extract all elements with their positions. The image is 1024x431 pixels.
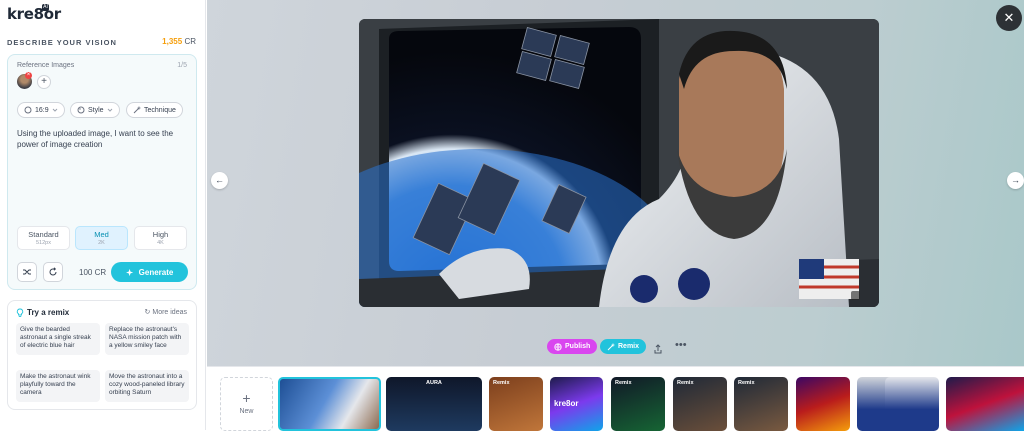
prompt-input[interactable]: Using the uploaded image, I want to see …: [17, 128, 189, 150]
remix-idea[interactable]: Make the astronaut wink playfully toward…: [16, 370, 100, 402]
style-label: Style: [88, 106, 104, 114]
history-thumb[interactable]: [278, 377, 381, 431]
prompt-panel: Reference Images 1/5 × + 16:9 Style Tech…: [7, 54, 197, 290]
generate-label: Generate: [138, 267, 174, 277]
plus-icon: +: [242, 390, 251, 406]
refresh-icon: [49, 267, 57, 276]
history-thumb[interactable]: kre8or: [550, 377, 603, 431]
history-thumb[interactable]: AURA: [386, 377, 482, 431]
history-thumb[interactable]: [946, 377, 1024, 431]
chevron-down-icon: [52, 108, 57, 112]
quality-high[interactable]: High 4K: [134, 226, 187, 250]
refresh-icon: ↻: [144, 309, 151, 316]
quality-name: Standard: [28, 230, 59, 239]
aspect-ratio-select[interactable]: 16:9: [17, 102, 65, 118]
remix-idea[interactable]: Move the astronaut into a cozy wood-pane…: [105, 370, 189, 402]
generation-cost: 100 CR: [79, 268, 107, 277]
sparkle-icon: [125, 268, 133, 276]
thumb-label: Remix: [738, 380, 755, 386]
thumb-label: Remix: [677, 380, 694, 386]
history-thumb[interactable]: Remix: [734, 377, 788, 431]
quality-name: Med: [94, 230, 109, 239]
style-select[interactable]: Style: [70, 102, 120, 118]
shuffle-button[interactable]: [17, 262, 37, 282]
next-image-button[interactable]: →: [1007, 172, 1024, 189]
quality-sub: 4K: [157, 240, 164, 246]
history-strip: + New AURA Remix kre8or Remix Remix Remi…: [207, 366, 1024, 431]
arrow-right-icon: →: [1011, 175, 1020, 185]
shuffle-icon: [23, 269, 31, 275]
reference-images-count: 1/5: [177, 62, 187, 69]
generated-image[interactable]: [359, 19, 879, 307]
describe-label: DESCRIBE YOUR VISION: [7, 38, 117, 47]
thumb-label: AURA: [426, 380, 442, 386]
history-thumb[interactable]: [796, 377, 850, 431]
chevron-down-icon: [107, 108, 112, 112]
more-ideas-label: More ideas: [152, 309, 187, 316]
generate-button[interactable]: Generate: [111, 262, 188, 282]
new-image-button[interactable]: + New: [220, 377, 273, 431]
arrow-left-icon: ←: [215, 175, 224, 185]
remix-panel: Try a remix ↻ More ideas Give the bearde…: [7, 300, 197, 410]
logo-badge: AI: [42, 4, 49, 11]
palette-icon: [77, 106, 85, 114]
app-logo[interactable]: kre8or: [7, 5, 61, 23]
sidebar: kre8or AI DESCRIBE YOUR VISION 1,355 CR …: [0, 0, 206, 430]
image-viewer: ✕ ← → Publish Remix •••: [207, 0, 1024, 366]
technique-label: Technique: [144, 106, 176, 114]
quality-sub: 512px: [36, 240, 51, 246]
thumb-label: kre8or: [554, 399, 579, 408]
remix-idea[interactable]: Give the bearded astronaut a single stre…: [16, 323, 100, 355]
astronaut-image: [359, 19, 879, 307]
lightbulb-icon: [16, 308, 24, 317]
history-thumb[interactable]: Remix: [611, 377, 665, 431]
new-label: New: [239, 408, 254, 415]
reset-button[interactable]: [43, 262, 63, 282]
close-icon: ✕: [1003, 10, 1015, 25]
share-icon: [654, 344, 662, 354]
wand-icon: [133, 106, 141, 114]
share-button[interactable]: [653, 341, 663, 359]
publish-label: Publish: [565, 343, 591, 350]
close-button[interactable]: ✕: [996, 5, 1022, 31]
history-thumb[interactable]: Remix: [489, 377, 543, 431]
remix-button[interactable]: Remix: [600, 339, 647, 354]
credits-unit: CR: [184, 37, 196, 46]
remix-idea[interactable]: Replace the astronaut's NASA mission pat…: [105, 323, 189, 355]
remix-title: Try a remix: [27, 308, 70, 317]
quality-med[interactable]: Med 2K: [75, 226, 128, 250]
aspect-ratio-value: 16:9: [35, 106, 49, 114]
quality-name: High: [152, 230, 169, 239]
thumb-label: Remix: [615, 380, 632, 386]
thumb-label: Remix: [493, 380, 510, 386]
globe-icon: [554, 342, 562, 351]
publish-button[interactable]: Publish: [547, 339, 598, 354]
remove-reference-icon[interactable]: ×: [25, 72, 32, 79]
quality-sub: 2K: [98, 240, 105, 246]
history-thumb[interactable]: [885, 377, 939, 431]
more-options-button[interactable]: •••: [675, 339, 687, 351]
remix-label: Remix: [618, 343, 640, 350]
technique-select[interactable]: Technique: [126, 102, 183, 118]
wand-icon: [607, 343, 615, 350]
quality-standard[interactable]: Standard 512px: [17, 226, 70, 250]
credits-value: 1,355: [162, 37, 183, 46]
more-icon: •••: [675, 339, 687, 351]
aspect-icon: [24, 106, 32, 114]
prev-image-button[interactable]: ←: [211, 172, 228, 189]
history-thumb[interactable]: Remix: [673, 377, 727, 431]
reference-images-label: Reference Images: [17, 62, 75, 69]
more-ideas-button[interactable]: ↻ More ideas: [145, 308, 187, 316]
add-reference-button[interactable]: +: [37, 75, 51, 89]
credits-balance: 1,355 CR: [162, 37, 196, 46]
